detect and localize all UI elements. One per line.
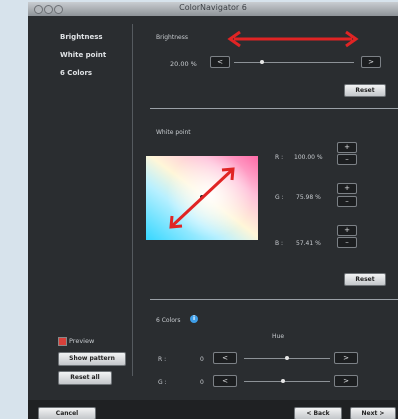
six-colors-g-slider[interactable] [244, 381, 330, 382]
six-colors-g-increase-button[interactable]: > [334, 375, 358, 387]
brightness-slider[interactable] [234, 62, 354, 63]
sidebar-divider [132, 24, 133, 376]
back-button[interactable]: < Back [294, 407, 342, 419]
six-colors-heading: 6 Colors [156, 317, 181, 324]
sidebar-item-6-colors[interactable]: 6 Colors [60, 69, 92, 77]
diagonal-double-arrow-icon [169, 167, 235, 229]
r-minus-button[interactable]: – [337, 154, 357, 165]
white-point-reset-button[interactable]: Reset [344, 273, 386, 286]
six-colors-r-label: R : [158, 356, 167, 363]
g-plus-button[interactable]: + [337, 183, 357, 194]
brightness-increase-button[interactable]: > [361, 56, 381, 68]
six-colors-r-decrease-button[interactable]: < [213, 352, 237, 364]
cancel-button[interactable]: Cancel [38, 407, 96, 419]
six-colors-g-value: 0 [200, 379, 204, 386]
six-colors-r-value: 0 [200, 356, 204, 363]
section-divider [150, 108, 398, 109]
g-label: G : [275, 194, 284, 201]
app-window: ColorNavigator 6 Brightness White point … [28, 2, 398, 419]
horizontal-double-arrow-icon [227, 30, 359, 48]
g-value: 75.98 % [296, 194, 321, 201]
six-colors-g-decrease-button[interactable]: < [213, 375, 237, 387]
r-label: R : [275, 154, 284, 161]
white-point-heading: White point [156, 129, 191, 136]
brightness-value: 20.00 % [170, 60, 197, 68]
b-label: B : [275, 240, 284, 247]
window-title: ColorNavigator 6 [179, 3, 247, 12]
show-pattern-button[interactable]: Show pattern [58, 352, 126, 366]
b-value: 57.41 % [296, 240, 321, 247]
next-button[interactable]: Next > [350, 407, 396, 419]
b-minus-button[interactable]: – [337, 237, 357, 248]
section-divider-2 [150, 299, 398, 300]
six-colors-g-knob[interactable] [281, 379, 285, 383]
sidebar-item-white-point[interactable]: White point [60, 51, 106, 59]
b-plus-button[interactable]: + [337, 225, 357, 236]
brightness-decrease-button[interactable]: < [210, 56, 230, 68]
sidebar-item-brightness[interactable]: Brightness [60, 33, 103, 41]
brightness-heading: Brightness [156, 34, 188, 41]
preview-checkbox[interactable] [58, 337, 67, 346]
six-colors-g-label: G : [158, 379, 167, 386]
six-colors-r-knob[interactable] [285, 356, 289, 360]
reset-all-button[interactable]: Reset all [58, 371, 112, 385]
r-plus-button[interactable]: + [337, 142, 357, 153]
r-value: 100.00 % [294, 154, 323, 161]
hue-label: Hue [272, 333, 285, 340]
brightness-slider-knob[interactable] [260, 60, 264, 64]
screenshot-frame: ColorNavigator 6 Brightness White point … [0, 0, 398, 419]
info-icon[interactable]: i [190, 315, 198, 323]
six-colors-r-increase-button[interactable]: > [334, 352, 358, 364]
preview-label: Preview [69, 337, 95, 345]
g-minus-button[interactable]: – [337, 196, 357, 207]
title-bar: ColorNavigator 6 [28, 2, 398, 16]
brightness-reset-button[interactable]: Reset [344, 84, 386, 97]
